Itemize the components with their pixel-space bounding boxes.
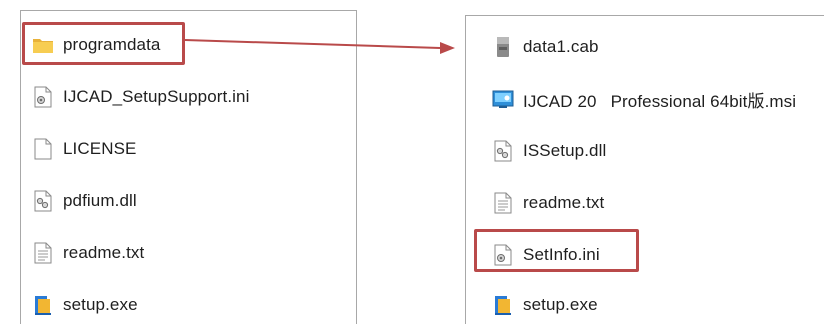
file-name: IJCAD_SetupSupport.ini: [63, 87, 250, 106]
file-item-setup-exe[interactable]: setup.exe: [491, 288, 598, 322]
file-name: ISSetup.dll: [523, 141, 607, 160]
installer-icon: [31, 293, 55, 317]
file-name: setup.exe: [523, 295, 598, 314]
file-name: setup.exe: [63, 295, 138, 314]
file-name: readme.txt: [523, 193, 605, 212]
file-item-issetup-dll[interactable]: ISSetup.dll: [491, 134, 606, 168]
file-item-ijcad-setupsupport-ini[interactable]: IJCAD_SetupSupport.ini: [31, 80, 249, 114]
file-item-ijcad-msi[interactable]: IJCAD 20 Professional 64bit版.msi: [491, 82, 796, 116]
redacted-version: [596, 93, 611, 112]
text-file-icon: [31, 241, 55, 265]
file-item-license[interactable]: LICENSE: [31, 132, 136, 166]
dll-file-icon: [31, 189, 55, 213]
file-name: pdfium.dll: [63, 191, 137, 210]
right-file-list: data1.cab IJCAD 20 Professional 64bit版.ms…: [465, 15, 824, 324]
file-name: readme.txt: [63, 243, 145, 262]
file-item-readme-txt[interactable]: readme.txt: [31, 236, 144, 270]
text-file-icon: [491, 191, 515, 215]
file-item-data1-cab[interactable]: data1.cab: [491, 30, 599, 64]
blank-file-icon: [31, 137, 55, 161]
file-item-pdfium-dll[interactable]: pdfium.dll: [31, 184, 137, 218]
file-name: IJCAD 20 Professional 64bit版.msi: [523, 91, 797, 112]
cabinet-file-icon: [491, 35, 515, 59]
dll-file-icon: [491, 139, 515, 163]
highlight-setinfo-ini: [474, 229, 639, 272]
installer-icon: [491, 293, 515, 317]
highlight-programdata: [22, 22, 185, 65]
file-item-setup-exe[interactable]: setup.exe: [31, 288, 138, 322]
file-name: LICENSE: [63, 139, 137, 158]
msi-package-icon: [491, 87, 515, 111]
settings-file-icon: [31, 85, 55, 109]
file-name: data1.cab: [523, 37, 599, 56]
file-item-readme-txt[interactable]: readme.txt: [491, 186, 604, 220]
